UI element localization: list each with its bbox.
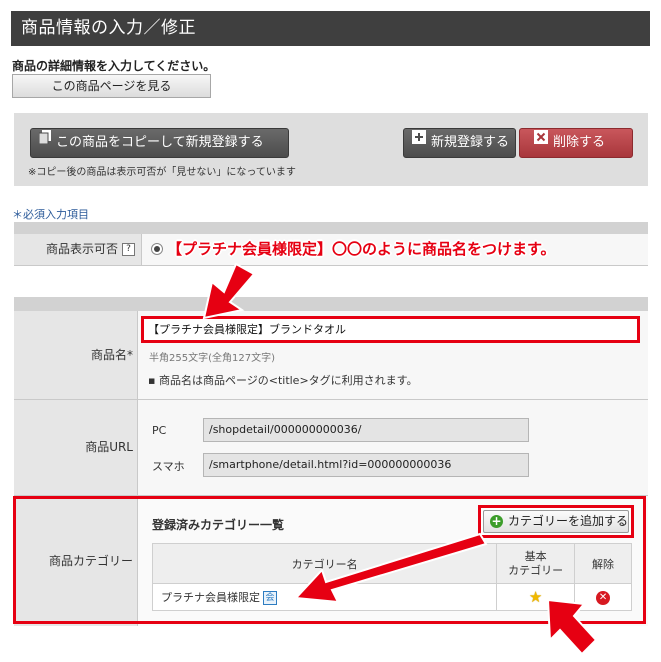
category-name-cell: プラチナ会員様限定会 — [151, 583, 498, 611]
column-header-basic: 基本 カテゴリー — [496, 543, 576, 584]
category-list-title: 登録済みカテゴリー一覧 — [152, 518, 285, 532]
product-url-label: 商品URL — [14, 400, 138, 495]
product-name-limit: 半角255文字(全角127文字) — [149, 353, 275, 364]
add-category-highlight: + カテゴリーを追加する — [478, 505, 634, 538]
product-name-note-text: 商品名は商品ページの<title>タグに利用されます。 — [158, 374, 418, 387]
product-name-input[interactable]: 【プラチナ会員様限定】ブランドタオル — [141, 316, 640, 343]
remove-icon[interactable]: ✕ — [596, 590, 611, 605]
help-icon[interactable]: ? — [122, 243, 135, 256]
category-table-header: カテゴリー名 基本 カテゴリー 解除 — [151, 543, 632, 584]
remove-cell: ✕ — [574, 583, 632, 611]
new-document-icon — [412, 127, 426, 155]
visibility-label-cell: 商品表示可否? — [14, 234, 142, 265]
product-url-row: 商品URL — [14, 400, 648, 496]
new-register-button[interactable]: 新規登録する — [403, 128, 516, 158]
sp-url-field: /smartphone/detail.html?id=000000000036 — [203, 453, 529, 477]
copy-product-button[interactable]: この商品をコピーして新規登録する — [30, 128, 289, 158]
product-url-value-cell — [138, 400, 648, 495]
delete-icon — [534, 127, 548, 155]
product-name-note: ▪ 商品名は商品ページの<title>タグに利用されます。 — [148, 374, 418, 387]
star-icon[interactable]: ★ — [529, 588, 542, 606]
delete-button-label: 削除する — [553, 135, 606, 150]
category-table: カテゴリー名 基本 カテゴリー 解除 プラチナ会員様限定会 ★ ✕ — [151, 543, 632, 611]
required-field-note: ＊必須入力項目 — [12, 208, 89, 221]
section-header-band — [14, 222, 648, 234]
action-panel: この商品をコピーして新規登録する 新規登録する 削除する ※コピー後の商品は表示… — [14, 113, 648, 186]
add-category-button-label: カテゴリーを追加する — [508, 514, 629, 528]
pc-url-label: PC — [152, 424, 167, 437]
new-register-button-label: 新規登録する — [431, 135, 510, 150]
intro-description: 商品の詳細情報を入力してください。 — [12, 59, 216, 73]
product-name-label: 商品名* — [14, 311, 138, 399]
copy-note: ※コピー後の商品は表示可否が「見せない」になっています — [28, 167, 296, 178]
section-header-band — [14, 297, 648, 311]
pc-url-field: /shopdetail/000000000036/ — [203, 418, 529, 442]
copy-icon — [38, 127, 51, 155]
sp-url-label: スマホ — [152, 460, 185, 473]
add-category-button[interactable]: + カテゴリーを追加する — [483, 510, 629, 533]
visibility-radio[interactable] — [151, 243, 163, 255]
table-row: プラチナ会員様限定会 ★ ✕ — [151, 583, 632, 611]
copy-product-button-label: この商品をコピーして新規登録する — [56, 135, 264, 150]
plus-icon: + — [490, 514, 503, 528]
member-badge-icon: 会 — [263, 591, 277, 605]
category-name: プラチナ会員様限定 — [161, 591, 260, 604]
basic-category-cell: ★ — [496, 583, 576, 611]
view-product-page-button[interactable]: この商品ページを見る — [12, 74, 211, 98]
delete-button[interactable]: 削除する — [519, 128, 633, 158]
column-header-name: カテゴリー名 — [151, 543, 498, 584]
column-header-remove: 解除 — [574, 543, 632, 584]
annotation-callout: 【プラチナ会員様限定】〇〇のように商品名をつけます。 — [167, 240, 556, 258]
visibility-label: 商品表示可否 — [45, 242, 118, 256]
page-title: 商品情報の入力／修正 — [11, 11, 650, 46]
